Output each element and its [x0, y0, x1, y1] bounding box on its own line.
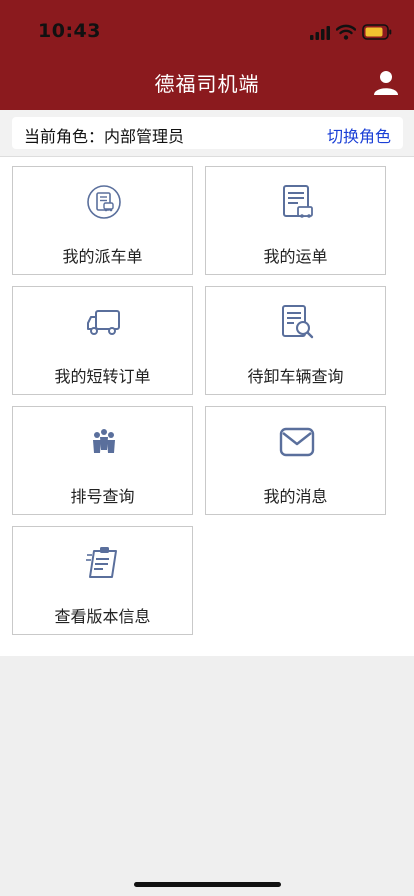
role-card: 当前角色：内部管理员 切换角色 [12, 117, 403, 149]
menu-tile-version-info[interactable]: 查看版本信息 [12, 526, 193, 635]
wifi-icon [336, 24, 356, 40]
menu-tile-label: 我的消息 [263, 487, 328, 506]
switch-role-link[interactable]: 切换角色 [327, 123, 391, 147]
status-bar: 10:43 [0, 0, 414, 54]
menu-tile-label: 排号查询 [70, 487, 135, 506]
menu-tile-label: 我的运单 [263, 247, 328, 266]
menu-tile-label: 查看版本信息 [54, 607, 151, 626]
battery-icon [362, 24, 392, 40]
status-time: 10:43 [38, 20, 101, 42]
dispatch-order-icon [87, 185, 121, 219]
cellular-signal-icon [310, 26, 330, 40]
menu-tile-messages[interactable]: 我的消息 [205, 406, 386, 515]
app-header: 10:43 德福司机端 [0, 0, 414, 110]
menu-tile-unloading-vehicles[interactable]: 待卸车辆查询 [205, 286, 386, 395]
menu-tile-label: 待卸车辆查询 [247, 367, 344, 386]
queue-people-icon [93, 429, 115, 453]
menu-tile-label: 我的派车单 [62, 247, 143, 266]
clipboard-icon [86, 547, 117, 578]
waybill-icon [283, 185, 313, 218]
menu-tile-waybills[interactable]: 我的运单 [205, 166, 386, 275]
menu-tile-short-transfer-orders[interactable]: 我的短转订单 [12, 286, 193, 395]
menu-tile-dispatch-orders[interactable]: 我的派车单 [12, 166, 193, 275]
user-profile-icon[interactable] [372, 68, 400, 96]
menu-tile-queue-query[interactable]: 排号查询 [12, 406, 193, 515]
menu-tile-label: 我的短转订单 [54, 367, 151, 386]
menu-grid: 我的派车单 我的运单 我的短转订单 待卸车辆查询 排号查询 我的消息 查看版本信… [0, 156, 414, 656]
home-indicator[interactable] [134, 882, 281, 887]
page-title: 德福司机端 [154, 72, 260, 96]
truck-icon [87, 310, 120, 335]
envelope-icon [279, 427, 315, 457]
current-role-label: 当前角色：内部管理员 [24, 127, 185, 146]
role-bar: 当前角色：内部管理员 切换角色 [0, 110, 414, 156]
document-search-icon [282, 305, 314, 339]
